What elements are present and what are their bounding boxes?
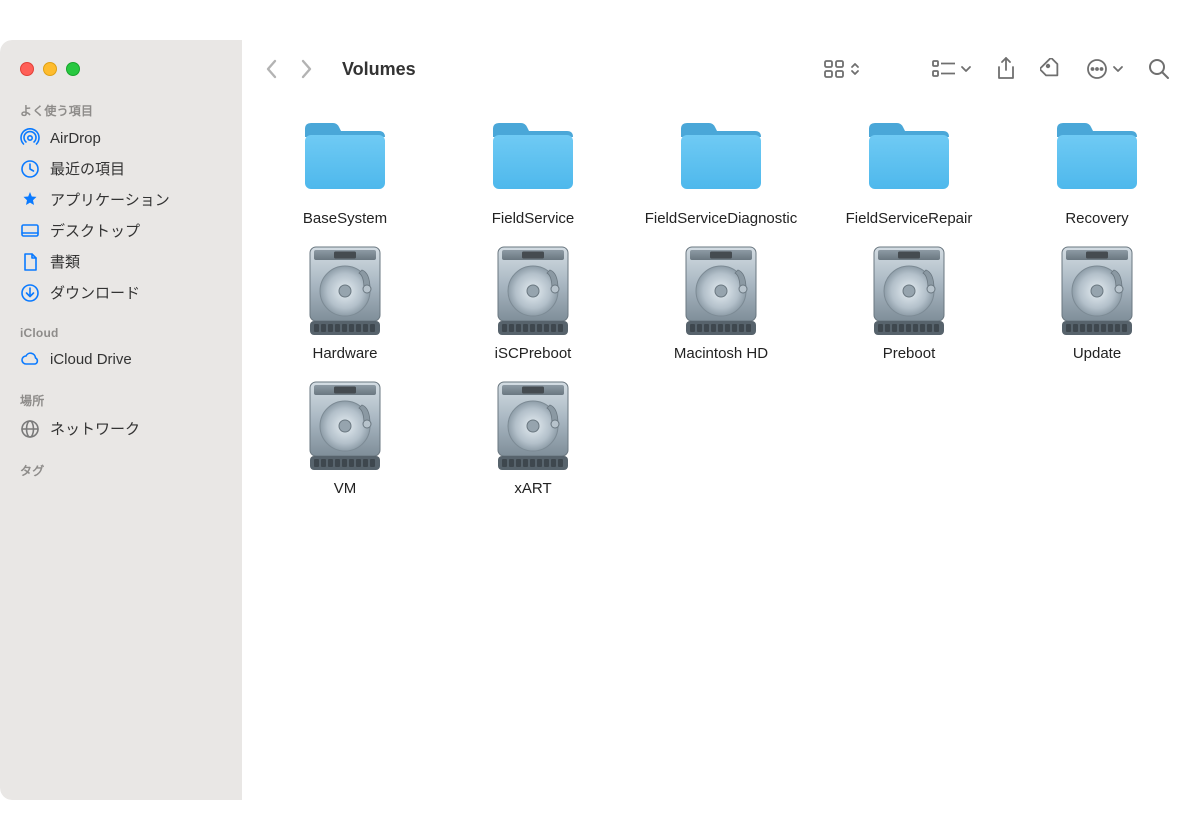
- app-icon: [20, 190, 40, 210]
- sidebar: よく使う項目 AirDrop 最近の項目アプリケーションデスクトップ書類ダウンロー…: [0, 40, 242, 800]
- globe-icon: [20, 419, 40, 439]
- disk-icon: [673, 243, 769, 339]
- disk-item[interactable]: iSCPreboot: [448, 243, 618, 364]
- disk-icon: [485, 243, 581, 339]
- chevron-updown-icon: [850, 61, 860, 77]
- disk-icon: [297, 378, 393, 474]
- search-button[interactable]: [1140, 58, 1178, 80]
- doc-icon: [20, 252, 40, 272]
- icon-grid: BaseSystem FieldService FieldServiceDiag…: [242, 98, 1200, 508]
- sidebar-item-label: 最近の項目: [50, 158, 125, 179]
- disk-item[interactable]: xART: [448, 378, 618, 499]
- disk-item[interactable]: Preboot: [824, 243, 994, 364]
- disk-item[interactable]: Macintosh HD: [636, 243, 806, 364]
- item-label: Recovery: [1065, 210, 1128, 229]
- chevron-down-icon: [1112, 63, 1124, 75]
- folder-item[interactable]: Recovery: [1012, 108, 1182, 229]
- folder-icon: [1049, 108, 1145, 204]
- forward-button[interactable]: [300, 58, 314, 80]
- disk-item[interactable]: Hardware: [260, 243, 430, 364]
- back-button[interactable]: [264, 58, 278, 80]
- item-label: Macintosh HD: [674, 345, 768, 364]
- sidebar-head-icloud: iCloud: [12, 320, 230, 344]
- view-mode-button[interactable]: [816, 60, 868, 78]
- window-title: Volumes: [342, 59, 416, 80]
- desktop-icon: [20, 221, 40, 241]
- item-label: Hardware: [312, 345, 377, 364]
- zoom-button[interactable]: [66, 62, 80, 76]
- sidebar-head-favorites: よく使う項目: [12, 96, 230, 123]
- window-controls: [12, 58, 230, 96]
- clock-icon: [20, 159, 40, 179]
- item-label: FieldServiceDiagnostic: [645, 210, 798, 229]
- group-button[interactable]: [924, 60, 980, 78]
- folder-icon: [485, 108, 581, 204]
- download-icon: [20, 283, 40, 303]
- sidebar-item-label: iCloud Drive: [50, 351, 132, 368]
- disk-icon: [861, 243, 957, 339]
- sidebar-item-label: デスクトップ: [50, 220, 140, 241]
- airdrop-icon: [20, 128, 40, 148]
- tag-button[interactable]: [1032, 58, 1070, 80]
- disk-item[interactable]: Update: [1012, 243, 1182, 364]
- sidebar-item-airdrop[interactable]: AirDrop: [12, 123, 230, 153]
- sidebar-item-label: 書類: [50, 251, 80, 272]
- item-label: iSCPreboot: [495, 345, 572, 364]
- sidebar-item-globe[interactable]: ネットワーク: [12, 413, 230, 444]
- share-button[interactable]: [988, 57, 1024, 81]
- item-label: VM: [334, 480, 357, 499]
- folder-item[interactable]: FieldServiceRepair: [824, 108, 994, 229]
- folder-icon: [297, 108, 393, 204]
- folder-item[interactable]: FieldService: [448, 108, 618, 229]
- sidebar-item-desktop[interactable]: デスクトップ: [12, 215, 230, 246]
- sidebar-head-tags: タグ: [12, 456, 230, 483]
- minimize-button[interactable]: [43, 62, 57, 76]
- sidebar-item-cloud[interactable]: iCloud Drive: [12, 344, 230, 374]
- item-label: Update: [1073, 345, 1121, 364]
- sidebar-head-locations: 場所: [12, 386, 230, 413]
- disk-item[interactable]: VM: [260, 378, 430, 499]
- sidebar-item-doc[interactable]: 書類: [12, 246, 230, 277]
- sidebar-item-clock[interactable]: 最近の項目: [12, 153, 230, 184]
- main-pane: Volumes: [242, 40, 1200, 800]
- close-button[interactable]: [20, 62, 34, 76]
- disk-icon: [1049, 243, 1145, 339]
- item-label: FieldServiceRepair: [846, 210, 973, 229]
- folder-icon: [861, 108, 957, 204]
- folder-item[interactable]: FieldServiceDiagnostic: [636, 108, 806, 229]
- folder-icon: [673, 108, 769, 204]
- finder-window: よく使う項目 AirDrop 最近の項目アプリケーションデスクトップ書類ダウンロー…: [0, 40, 1200, 800]
- cloud-icon: [20, 349, 40, 369]
- sidebar-item-label: ダウンロード: [50, 282, 140, 303]
- item-label: BaseSystem: [303, 210, 387, 229]
- nav-arrows: [264, 58, 314, 80]
- sidebar-item-label: アプリケーション: [50, 189, 170, 210]
- sidebar-item-label: ネットワーク: [50, 418, 140, 439]
- folder-item[interactable]: BaseSystem: [260, 108, 430, 229]
- sidebar-item-download[interactable]: ダウンロード: [12, 277, 230, 308]
- disk-icon: [297, 243, 393, 339]
- sidebar-item-app[interactable]: アプリケーション: [12, 184, 230, 215]
- item-label: Preboot: [883, 345, 936, 364]
- chevron-down-icon: [960, 63, 972, 75]
- action-button[interactable]: [1078, 58, 1132, 80]
- disk-icon: [485, 378, 581, 474]
- sidebar-item-label: AirDrop: [50, 130, 101, 147]
- toolbar: Volumes: [242, 40, 1200, 98]
- item-label: FieldService: [492, 210, 575, 229]
- item-label: xART: [514, 480, 551, 499]
